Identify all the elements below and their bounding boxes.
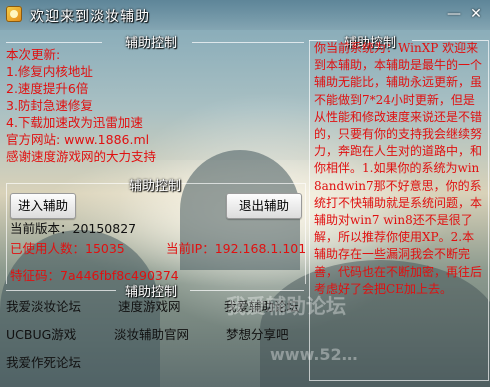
close-button[interactable]: ✕ (468, 6, 484, 22)
watermark-text: 我爱辅助论坛 (226, 294, 346, 318)
panel-divider (192, 42, 304, 43)
update-line: 1.修复内核地址 (6, 64, 93, 79)
update-line: 3.防封急速修复 (6, 98, 93, 113)
panel-divider (6, 290, 116, 291)
user-count-label: 已使用人数：15035 (10, 241, 125, 256)
exit-assist-button[interactable]: 退出辅助 (226, 193, 302, 219)
update-line: 2.速度提升6倍 (6, 81, 89, 96)
link-woaidanzhuang[interactable]: 我爱淡妆论坛 (6, 296, 81, 315)
notice-text: 你当前系统为：WinXP 欢迎来到本辅助，本辅助是最牛的一个辅助无能比，辅助永远… (314, 41, 483, 296)
control-panel-title: 辅助控制 (129, 179, 182, 194)
app-icon (6, 6, 22, 22)
watermark-url: www.52… (270, 345, 358, 364)
link-danzhuang-official[interactable]: 淡妆辅助官网 (114, 324, 189, 343)
link-woaizuosi[interactable]: 我爱作死论坛 (6, 352, 81, 371)
enter-assist-button[interactable]: 进入辅助 (10, 193, 76, 219)
window-title: 欢迎来到淡妆辅助 (30, 9, 150, 25)
title-bar[interactable]: 欢迎来到淡妆辅助 — ✕ (0, 0, 490, 30)
link-mengxiang-share[interactable]: 梦想分享吧 (226, 324, 289, 343)
link-ucbug[interactable]: UCBUG游戏 (6, 324, 76, 343)
update-line: 感谢速度游戏网的大力支持 (6, 149, 157, 164)
update-line: 官方网站: www.1886.ml (6, 132, 150, 147)
update-notes: 本次更新: 1.修复内核地址 2.速度提升6倍 3.防封急速修复 4.下载加速改… (6, 46, 296, 165)
ip-label: 当前IP：192.168.1.101 (166, 241, 307, 256)
app-window: 欢迎来到淡妆辅助 — ✕ 辅助控制 本次更新: 1.修复内核地址 2.速度提升6… (0, 0, 490, 387)
panel-divider (6, 42, 102, 43)
link-sudu-youxi[interactable]: 速度游戏网 (118, 296, 181, 315)
version-label: 当前版本：20150827 (10, 221, 137, 236)
update-line: 4.下载加速改为迅雷加速 (6, 115, 143, 130)
update-line: 本次更新: (6, 47, 61, 62)
minimize-button[interactable]: — (446, 6, 462, 22)
